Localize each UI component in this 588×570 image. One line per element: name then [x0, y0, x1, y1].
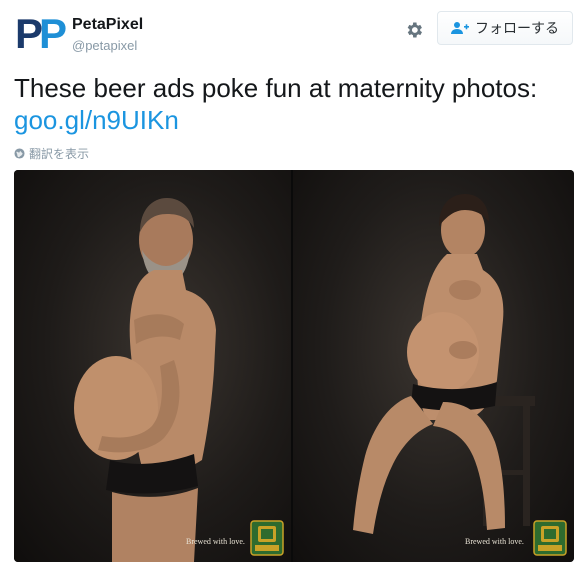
add-user-icon — [451, 22, 469, 34]
photo-caption: Brewed with love. — [465, 537, 524, 546]
globe-icon — [14, 148, 25, 159]
gear-icon[interactable] — [402, 18, 426, 42]
display-name[interactable]: PetaPixel — [72, 16, 143, 34]
beer-logo — [533, 520, 567, 556]
avatar-letter: P — [39, 10, 67, 57]
tweet-header: P P PetaPixel @petapixel フォローする — [0, 0, 588, 60]
follow-button-label: フォローする — [475, 20, 559, 36]
beer-logo — [250, 520, 284, 556]
photo-young-man — [353, 194, 535, 534]
photo-older-man — [74, 198, 216, 562]
translate-label: 翻訳を表示 — [29, 147, 90, 161]
tweet-text: These beer ads poke fun at maternity pho… — [14, 72, 574, 136]
tweet-link[interactable]: goo.gl/n9UIKn — [14, 104, 574, 136]
tweet-media[interactable]: Brewed with love. Brewed with love. — [14, 170, 574, 562]
follow-button[interactable]: フォローする — [437, 11, 573, 45]
photo-right[interactable]: Brewed with love. — [293, 170, 574, 562]
photo-caption: Brewed with love. — [186, 537, 245, 546]
photo-left[interactable]: Brewed with love. — [14, 170, 291, 562]
tweet-body: These beer ads poke fun at maternity pho… — [14, 73, 538, 103]
user-handle[interactable]: @petapixel — [72, 38, 137, 53]
avatar[interactable]: P P — [15, 10, 67, 57]
avatar-letter: P — [15, 10, 43, 57]
translate-link[interactable]: 翻訳を表示 — [14, 145, 89, 162]
gear-icon-graphic — [407, 22, 422, 38]
